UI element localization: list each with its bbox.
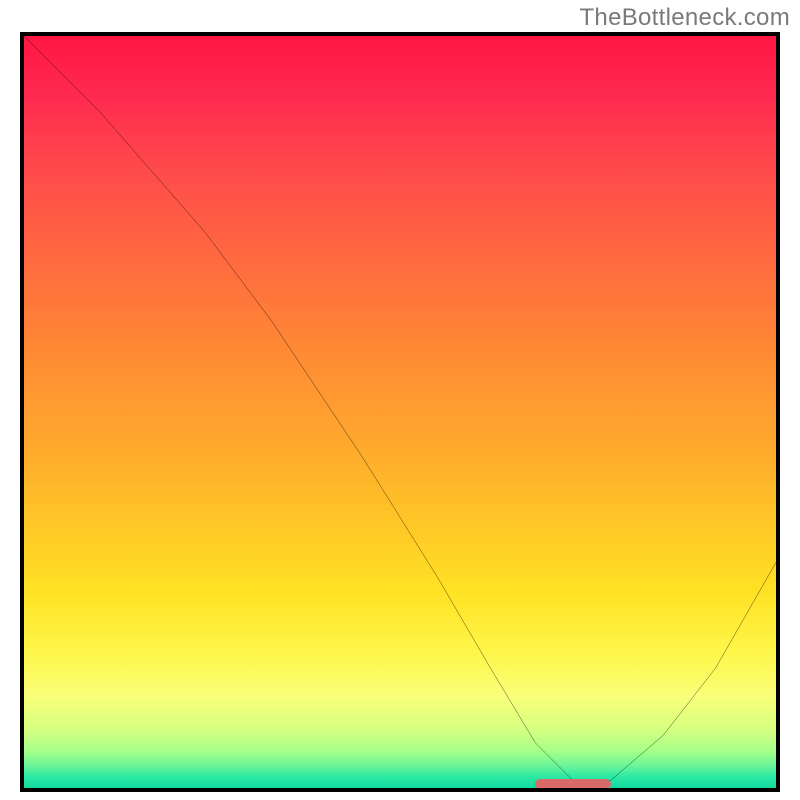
bottleneck-curve (24, 36, 776, 788)
chart-frame: TheBottleneck.com (0, 0, 800, 800)
plot-area (20, 32, 780, 792)
optimal-range-marker (535, 779, 610, 789)
watermark-text: TheBottleneck.com (579, 4, 790, 32)
curve-path (24, 36, 776, 780)
